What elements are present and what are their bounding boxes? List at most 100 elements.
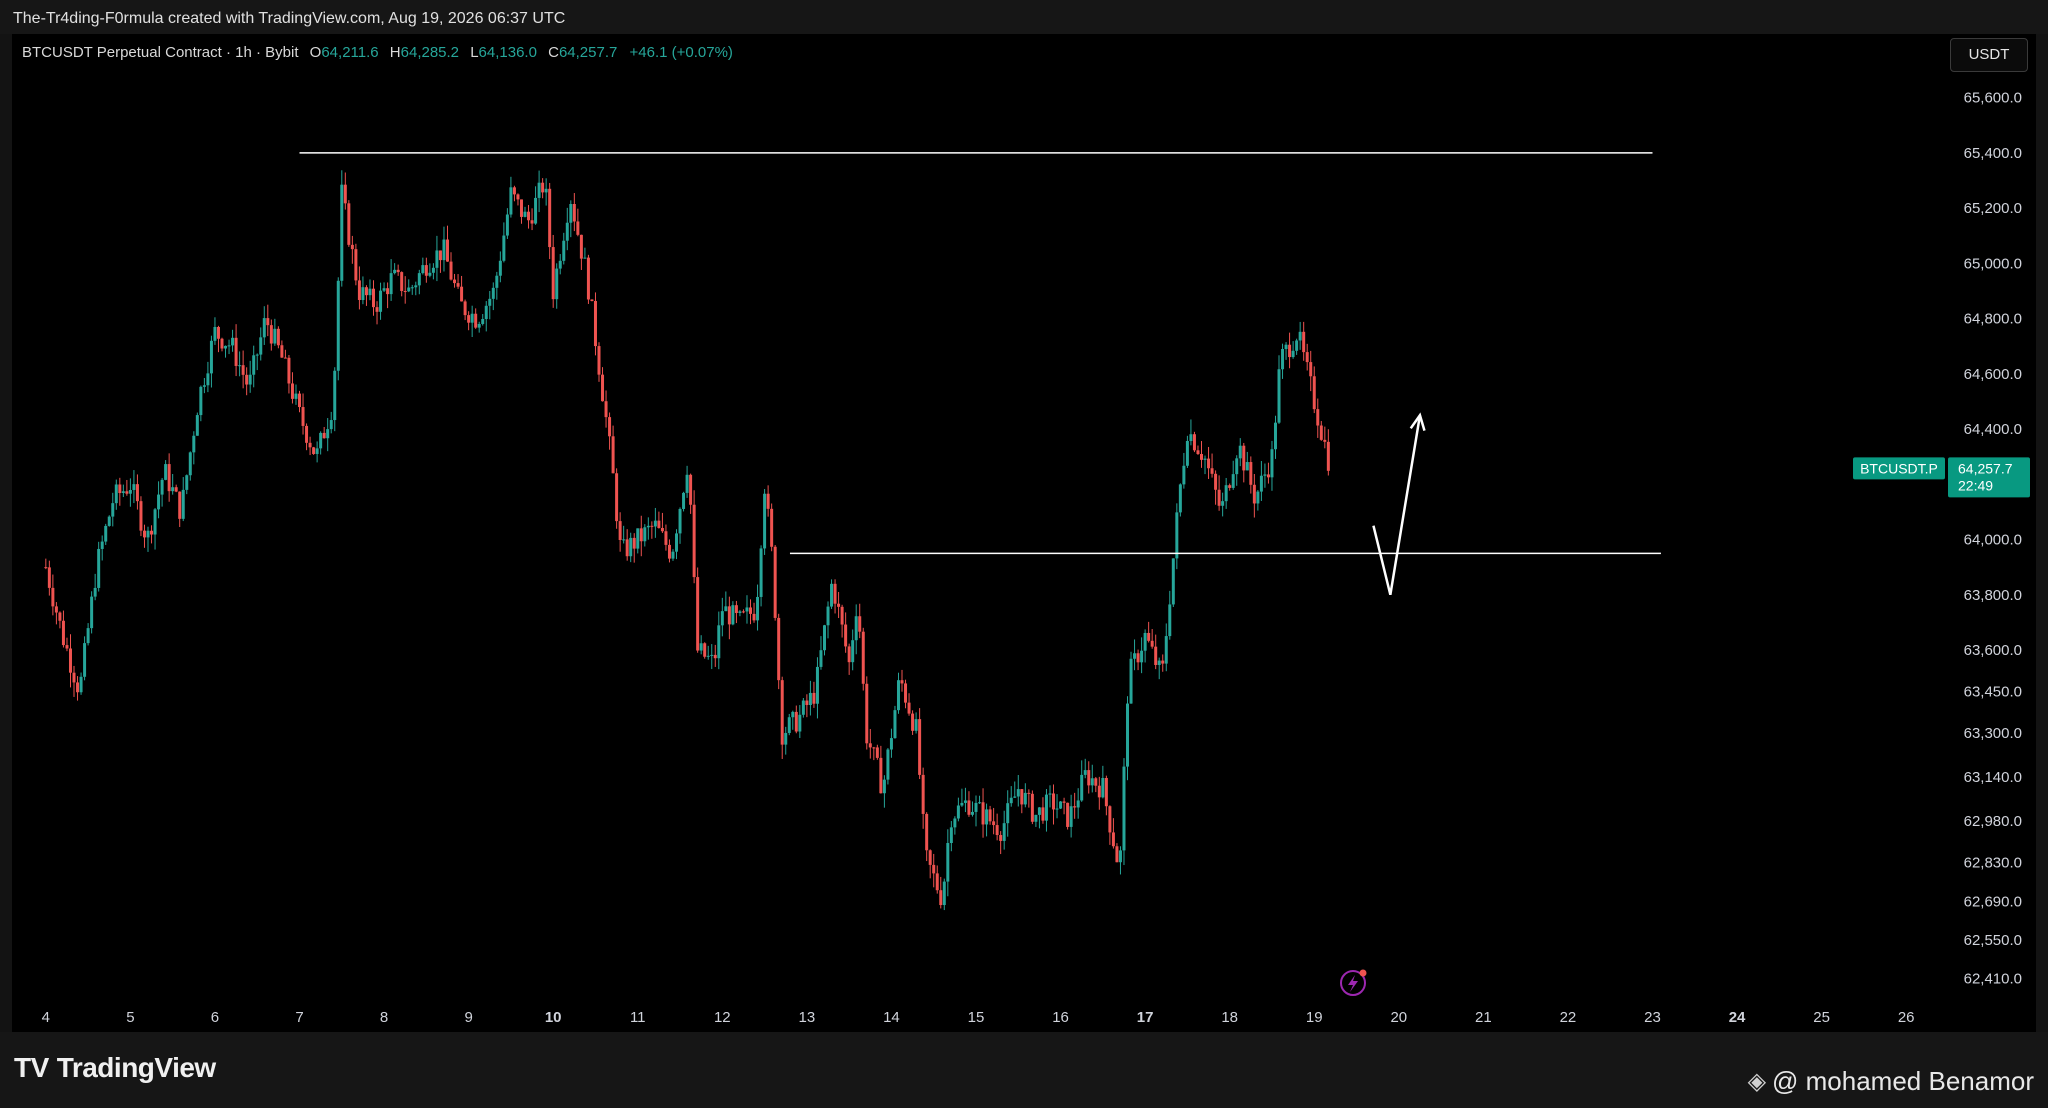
candle-body [1302, 331, 1306, 353]
candle-body [333, 370, 337, 421]
candle-body [357, 280, 361, 300]
candle-body [851, 640, 855, 663]
candle-body [460, 286, 464, 302]
candle-body [276, 328, 280, 346]
candle-body [354, 249, 358, 281]
candle-body [421, 265, 425, 274]
currency-button[interactable]: USDT [1950, 38, 2028, 72]
candle-body [608, 417, 612, 437]
candle-body [121, 491, 125, 494]
candle-body [953, 818, 957, 828]
candles [44, 170, 1330, 911]
candle-body [372, 288, 375, 308]
chart-legend: BTCUSDT Perpetual Contract · 1h · Bybit … [22, 44, 733, 61]
candle-body [414, 285, 418, 288]
candle-body [312, 447, 316, 454]
candle-body [301, 407, 305, 426]
drawings[interactable] [299, 152, 1661, 596]
candle-body [1126, 703, 1130, 767]
candle-body [167, 464, 171, 492]
candle-body [653, 520, 657, 527]
symbol-title[interactable]: BTCUSDT Perpetual Contract · 1h · Bybit [22, 44, 299, 61]
candle-body [548, 188, 552, 248]
candle-body [978, 802, 982, 804]
candle-body [326, 429, 330, 439]
candle-body [474, 313, 478, 328]
candle-body [935, 873, 939, 891]
candle-body [238, 365, 242, 367]
candle-body [1266, 474, 1270, 478]
y-tick-label: 63,140.0 [1964, 769, 2022, 786]
candle-body [685, 474, 689, 493]
y-tick-label: 62,980.0 [1964, 813, 2022, 830]
candle-body [576, 221, 580, 235]
x-tick-label: 19 [1306, 1009, 1323, 1026]
candle-body [1048, 793, 1052, 795]
candle-body [555, 268, 559, 300]
author-text: @ mohamed Benamor [1772, 1066, 2034, 1096]
candle-body [361, 287, 365, 300]
candle-body [727, 606, 731, 625]
close-value: 64,257.7 [558, 44, 618, 61]
price-chart[interactable]: 65,600.0 65,400.0 65,200.0 65,000.0 64,800.0… [0, 0, 2048, 1108]
high-value: 64,285.2 [400, 44, 460, 61]
x-tick-label: 14 [883, 1009, 900, 1026]
candle-body [675, 533, 679, 552]
candle-body [393, 269, 397, 274]
candle-body [593, 300, 597, 347]
candle-body [259, 337, 263, 355]
close-key: C [548, 44, 559, 61]
candle-body [1217, 489, 1221, 506]
y-tick-label: 65,200.0 [1964, 200, 2022, 217]
candle-body [178, 491, 182, 519]
candle-body [273, 328, 277, 344]
candle-body [1115, 846, 1119, 863]
candle-body [664, 531, 668, 545]
candle-body [104, 525, 108, 542]
candle-body [90, 596, 94, 629]
axes[interactable]: 65,600.0 65,400.0 65,200.0 65,000.0 64,800.0… [42, 90, 2022, 1026]
candle-body [907, 702, 911, 714]
candle-body [1009, 797, 1013, 804]
price-tag-group: BTCUSDT.P 64,257.722:49 [1853, 457, 2030, 498]
y-tick-label: 65,600.0 [1964, 90, 2022, 107]
candle-body [255, 354, 259, 356]
candle-body [1037, 807, 1041, 815]
symbol-tag-label: BTCUSDT.P [1860, 460, 1938, 476]
candle-body [1316, 409, 1320, 426]
candle-body [164, 464, 168, 480]
y-tick-label: 62,550.0 [1964, 932, 2022, 949]
candle-body [896, 680, 900, 711]
low-value: 64,136.0 [478, 44, 537, 61]
candle-body [1023, 792, 1027, 805]
candle-body [213, 326, 217, 341]
candle-body [379, 290, 383, 312]
candle-body [435, 250, 439, 268]
candle-body [491, 287, 495, 299]
candle-body [632, 537, 636, 549]
x-tick-label: 18 [1221, 1009, 1238, 1026]
candle-body [981, 802, 985, 825]
candle-body [840, 606, 844, 625]
candle-body [347, 203, 351, 245]
candle-body [780, 680, 784, 745]
candle-body [1185, 440, 1189, 466]
candle-body [1235, 458, 1239, 475]
candle-body [970, 811, 974, 815]
candle-body [188, 452, 192, 476]
projection-arrow[interactable] [1372, 415, 1422, 596]
candle-body [100, 541, 104, 549]
candle-body [1044, 794, 1048, 821]
candle-body [1076, 800, 1080, 808]
lightning-bolt-icon [1348, 975, 1358, 992]
candle-body [343, 184, 347, 204]
candle-body [1242, 445, 1246, 471]
candle-body [791, 711, 795, 718]
candle-body [562, 240, 566, 261]
candle-body [830, 583, 834, 607]
tradingview-logo[interactable]: TV TradingView [14, 1052, 216, 1084]
candle-body [442, 239, 446, 261]
candle-body [453, 279, 457, 284]
candle-body [928, 850, 932, 865]
candle-body [171, 487, 175, 492]
